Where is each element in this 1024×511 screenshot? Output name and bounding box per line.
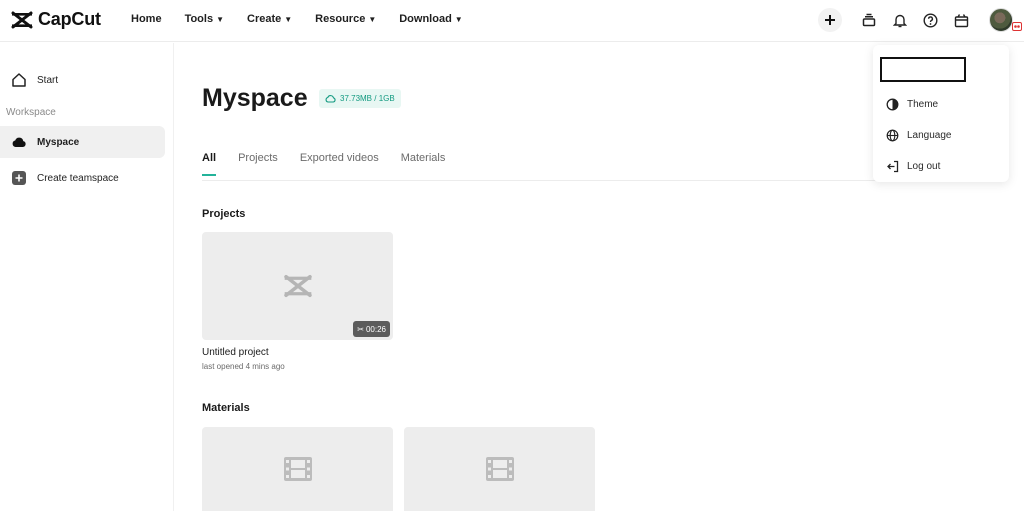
sidebar-item-start[interactable]: Start <box>0 64 165 96</box>
duration-text: 00:26 <box>365 324 386 334</box>
nav-download-label: Download <box>399 13 452 25</box>
nav-download[interactable]: Download ▼ <box>399 13 462 25</box>
sidebar-item-label: Myspace <box>37 136 80 148</box>
tab-projects[interactable]: Projects <box>238 152 278 164</box>
gift-icon <box>954 13 968 27</box>
help-icon <box>922 12 938 28</box>
nav-home[interactable]: Home <box>131 13 162 25</box>
chevron-down-icon: ▼ <box>454 14 463 24</box>
help-button[interactable] <box>918 8 942 32</box>
sidebar-item-label: Start <box>37 74 59 86</box>
sidebar-item-myspace[interactable]: Myspace <box>0 126 165 158</box>
scissors-icon: ✂ <box>357 324 364 334</box>
menu-item-theme[interactable]: Theme <box>886 98 938 111</box>
tab-all[interactable]: All <box>202 152 217 176</box>
menu-item-label: Log out <box>907 161 941 172</box>
storage-badge[interactable]: 37.73MB / 1GB <box>319 89 401 108</box>
home-icon <box>12 73 26 87</box>
sidebar-item-create-teamspace[interactable]: Create teamspace <box>0 162 165 194</box>
gift-button[interactable] <box>949 8 973 32</box>
material-thumbnail[interactable] <box>202 427 393 511</box>
menu-item-logout[interactable]: Log out <box>886 160 940 173</box>
nav-tools[interactable]: Tools ▼ <box>185 13 224 25</box>
menu-item-label: Language <box>907 130 952 141</box>
material-thumbnail[interactable] <box>404 427 595 511</box>
badge-icon <box>1012 22 1022 31</box>
notifications-button[interactable] <box>888 8 912 32</box>
plus-icon <box>825 15 835 25</box>
cloud-outline-icon <box>325 95 336 103</box>
redacted-username-box <box>880 57 966 82</box>
page-title: Myspace <box>202 84 308 112</box>
nav-create-label: Create <box>247 13 282 25</box>
materials-heading: Materials <box>202 402 250 414</box>
layers-button[interactable] <box>857 8 881 32</box>
bell-icon <box>893 14 907 27</box>
layers-icon <box>862 13 876 27</box>
film-icon <box>485 457 514 481</box>
sidebar: Start Workspace Myspace Create teamspace <box>0 43 174 511</box>
cloud-icon <box>12 137 26 147</box>
capcut-placeholder-icon <box>283 274 312 298</box>
project-last-opened: last opened 4 mins ago <box>202 362 285 371</box>
tab-divider <box>202 180 892 181</box>
chevron-down-icon: ▼ <box>284 14 293 24</box>
capcut-logo-icon <box>11 11 33 28</box>
project-name[interactable]: Untitled project <box>202 347 269 358</box>
nav-home-label: Home <box>131 13 162 25</box>
create-plus-button[interactable] <box>818 8 842 32</box>
add-square-icon <box>12 171 26 185</box>
globe-icon <box>886 129 899 142</box>
sidebar-item-label: Create teamspace <box>37 172 119 184</box>
storage-usage: 37.73MB / 1GB <box>340 94 395 103</box>
nav-tools-label: Tools <box>184 13 214 25</box>
menu-item-label: Theme <box>907 99 939 110</box>
project-thumbnail[interactable]: ✂ 00:26 <box>202 232 393 340</box>
sidebar-section-workspace: Workspace <box>6 107 56 118</box>
tab-materials[interactable]: Materials <box>401 152 446 164</box>
chevron-down-icon: ▼ <box>216 14 224 24</box>
chevron-down-icon: ▼ <box>368 14 377 24</box>
theme-icon <box>886 98 899 111</box>
tab-exported-videos[interactable]: Exported videos <box>300 152 379 164</box>
top-bar: CapCut Home Tools ▼ Create ▼ Resource ▼ … <box>0 0 1024 42</box>
logout-icon <box>887 160 899 173</box>
nav-resource[interactable]: Resource ▼ <box>315 13 376 25</box>
main-nav: Home Tools ▼ Create ▼ Resource ▼ Downloa… <box>131 13 463 25</box>
app-name: CapCut <box>38 9 101 29</box>
menu-item-language[interactable]: Language <box>886 129 952 142</box>
capcut-logo[interactable]: CapCut <box>11 9 101 30</box>
nav-create[interactable]: Create ▼ <box>247 13 292 25</box>
nav-resource-label: Resource <box>315 13 366 25</box>
avatar[interactable] <box>989 8 1013 32</box>
projects-heading: Projects <box>202 208 246 220</box>
tab-bar: All Projects Exported videos Materials <box>202 152 446 176</box>
film-icon <box>283 457 312 481</box>
account-dropdown-menu: Theme Language Log out <box>873 45 1009 182</box>
duration-badge: ✂ 00:26 <box>353 321 390 337</box>
